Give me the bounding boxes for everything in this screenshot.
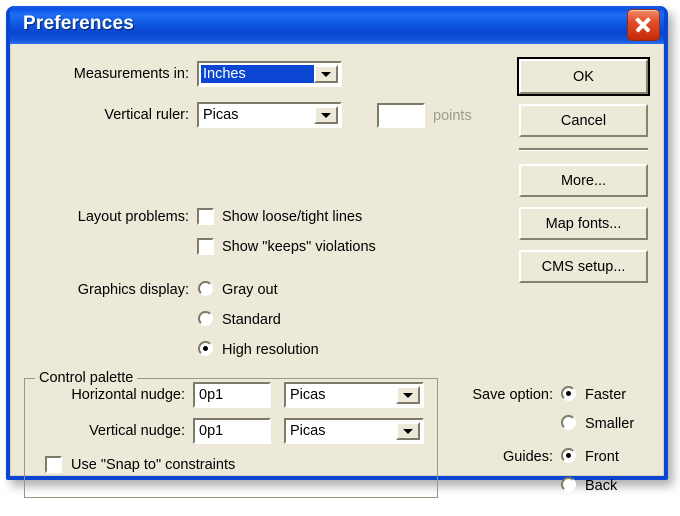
vertical-ruler-label: Vertical ruler:: [29, 107, 189, 123]
vertical-nudge-label: Vertical nudge:: [35, 423, 185, 439]
preferences-dialog: Preferences Measurements in: Inches Vert…: [6, 6, 668, 480]
chevron-down-icon[interactable]: [396, 422, 420, 440]
title-bar[interactable]: Preferences: [10, 6, 664, 44]
radio-save-faster-label: Faster: [585, 387, 626, 403]
button-separator: [519, 148, 648, 151]
radio-guides-back[interactable]: [561, 477, 576, 492]
measurements-label: Measurements in:: [29, 66, 189, 82]
radio-save-smaller-label: Smaller: [585, 416, 634, 432]
window-title: Preferences: [23, 13, 134, 35]
checkbox-show-keeps-violations-label: Show "keeps" violations: [222, 239, 376, 255]
chevron-down-icon[interactable]: [396, 386, 420, 404]
checkbox-snap-to-constraints[interactable]: [45, 456, 62, 473]
radio-gray-out-label: Gray out: [222, 282, 278, 298]
cms-setup-button[interactable]: CMS setup...: [519, 250, 648, 283]
more-button[interactable]: More...: [519, 164, 648, 197]
checkbox-show-loose-tight-lines[interactable]: [197, 208, 214, 225]
radio-standard[interactable]: [198, 311, 213, 326]
checkbox-show-keeps-violations[interactable]: [197, 238, 214, 255]
horizontal-nudge-value: 0p1: [199, 387, 223, 403]
cancel-button[interactable]: Cancel: [519, 104, 648, 137]
vertical-ruler-value: Picas: [203, 107, 238, 123]
points-unit-label: points: [433, 108, 472, 124]
horizontal-nudge-input[interactable]: 0p1: [193, 382, 271, 408]
measurements-select[interactable]: Inches: [197, 61, 342, 87]
control-palette-title: Control palette: [35, 370, 137, 386]
radio-guides-front[interactable]: [561, 448, 576, 463]
checkbox-snap-to-constraints-label: Use "Snap to" constraints: [71, 457, 235, 473]
radio-standard-label: Standard: [222, 312, 281, 328]
vertical-nudge-input[interactable]: 0p1: [193, 418, 271, 444]
custom-points-input[interactable]: [377, 103, 425, 128]
chevron-down-icon[interactable]: [314, 65, 338, 83]
layout-problems-label: Layout problems:: [29, 209, 189, 225]
guides-label: Guides:: [431, 449, 553, 465]
save-option-label: Save option:: [431, 387, 553, 403]
map-fonts-button[interactable]: Map fonts...: [519, 207, 648, 240]
checkbox-show-loose-tight-lines-label: Show loose/tight lines: [222, 209, 362, 225]
radio-save-faster[interactable]: [561, 386, 576, 401]
vertical-nudge-value: 0p1: [199, 423, 223, 439]
horizontal-nudge-label: Horizontal nudge:: [35, 387, 185, 403]
radio-high-resolution-label: High resolution: [222, 342, 319, 358]
graphics-display-label: Graphics display:: [29, 282, 189, 298]
vertical-nudge-unit-value: Picas: [290, 423, 325, 439]
ok-button[interactable]: OK: [519, 59, 648, 94]
chevron-down-icon[interactable]: [314, 106, 338, 124]
horizontal-nudge-unit-value: Picas: [290, 387, 325, 403]
horizontal-nudge-unit-select[interactable]: Picas: [284, 382, 424, 408]
close-icon[interactable]: [627, 9, 660, 41]
radio-high-resolution[interactable]: [198, 341, 213, 356]
radio-gray-out[interactable]: [198, 281, 213, 296]
radio-save-smaller[interactable]: [561, 415, 576, 430]
vertical-nudge-unit-select[interactable]: Picas: [284, 418, 424, 444]
dialog-client-area: Measurements in: Inches Vertical ruler: …: [10, 44, 664, 476]
radio-guides-back-label: Back: [585, 478, 617, 494]
radio-guides-front-label: Front: [585, 449, 619, 465]
vertical-ruler-select[interactable]: Picas: [197, 102, 342, 128]
